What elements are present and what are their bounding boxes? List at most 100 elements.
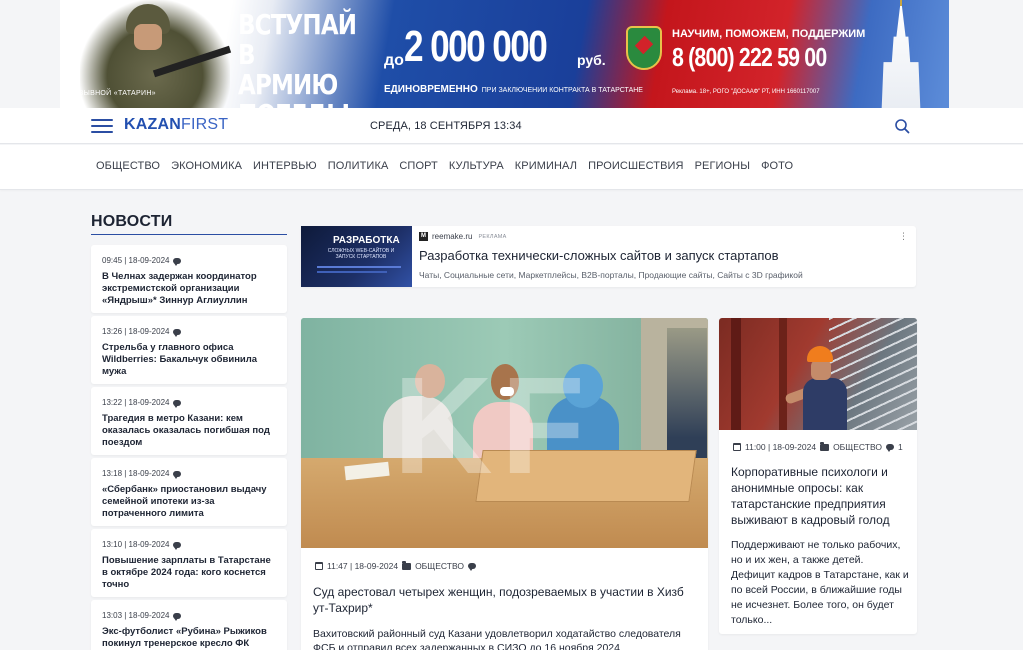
banner-once: ЕДИНОВРЕМЕННО ПРИ ЗАКЛЮЧЕНИИ КОНТРАКТА В … xyxy=(384,84,643,95)
photo-beam xyxy=(731,318,741,430)
ad-source-domain[interactable]: reemake.ru xyxy=(432,232,472,241)
ad-favicon-icon: М xyxy=(419,232,428,241)
nav-item-sport[interactable]: СПОРТ xyxy=(399,160,437,172)
banner-slogan: НАУЧИМ, ПОМОЖЕМ, ПОДДЕРЖИМ xyxy=(672,28,866,40)
ad-image-line xyxy=(317,266,401,268)
comment-icon xyxy=(173,470,182,479)
article-meta: 11:47 | 18-09-2024 ОБЩЕСТВО xyxy=(315,560,476,571)
news-time: 09:45 | 18-09-2024 xyxy=(102,256,170,265)
news-meta: 13:22 | 18-09-2024 xyxy=(102,398,276,408)
article-category[interactable]: ОБЩЕСТВО xyxy=(415,561,464,571)
news-time: 13:26 | 18-09-2024 xyxy=(102,327,170,336)
nav-item-photo[interactable]: ФОТО xyxy=(761,160,793,172)
article-category[interactable]: ОБЩЕСТВО xyxy=(833,442,882,452)
news-list: 09:45 | 18-09-2024 В Челнах задержан коо… xyxy=(91,245,287,650)
news-headline[interactable]: Трагедия в метро Казани: кем оказалась о… xyxy=(102,413,276,449)
ad-source: М reemake.ru РЕКЛАМА xyxy=(419,232,507,241)
news-meta: 13:10 | 18-09-2024 xyxy=(102,540,276,550)
menu-burger-icon[interactable] xyxy=(91,118,113,134)
logo-light: FIRST xyxy=(181,116,229,133)
news-item[interactable]: 13:10 | 18-09-2024 Повышение зарплаты в … xyxy=(91,529,287,597)
article-time: 11:00 | 18-09-2024 xyxy=(745,442,817,452)
site-header: KAZANFIRST СРЕДА, 18 СЕНТЯБРЯ 13:34 xyxy=(0,108,1023,144)
article-lead: Вахитовский районный суд Казани удовлетв… xyxy=(313,628,681,650)
news-item[interactable]: 09:45 | 18-09-2024 В Челнах задержан коо… xyxy=(91,245,287,313)
site-logo[interactable]: KAZANFIRST xyxy=(124,116,228,134)
comment-icon xyxy=(173,328,182,337)
news-meta: 13:18 | 18-09-2024 xyxy=(102,469,276,479)
news-time: 13:03 | 18-09-2024 xyxy=(102,611,170,620)
banner-legal: Реклама. 18+, РОГО "ДОСААФ" РТ, ИНН 1660… xyxy=(672,89,820,95)
search-icon[interactable] xyxy=(894,118,910,134)
news-headline[interactable]: В Челнах задержан координатор экстремист… xyxy=(102,271,276,307)
photo-beam xyxy=(779,318,787,430)
nav-item-culture[interactable]: КУЛЬТУРА xyxy=(449,160,504,172)
nav-item-interview[interactable]: ИНТЕРВЬЮ xyxy=(253,160,317,172)
article-lead: Поддерживают не только рабочих, но и их … xyxy=(731,539,909,626)
nav-item-economy[interactable]: ЭКОНОМИКА xyxy=(171,160,242,172)
main-nav: ОБЩЕСТВО ЭКОНОМИКА ИНТЕРВЬЮ ПОЛИТИКА СПО… xyxy=(0,145,1023,190)
news-time: 13:22 | 18-09-2024 xyxy=(102,398,170,407)
news-item[interactable]: 13:26 | 18-09-2024 Стрельба у главного о… xyxy=(91,316,287,384)
nav-item-incidents[interactable]: ПРОИСШЕСТВИЯ xyxy=(588,160,684,172)
kf-watermark: KF xyxy=(393,349,593,503)
comment-icon xyxy=(885,444,894,452)
comment-icon xyxy=(467,563,476,571)
folder-icon xyxy=(402,560,412,570)
main-article-photo[interactable]: KF xyxy=(301,318,708,548)
banner-amount: 2 000 000 xyxy=(404,22,548,71)
news-headline[interactable]: «Сбербанк» приостановил выдачу семейной … xyxy=(102,484,276,520)
calendar-icon xyxy=(315,562,323,570)
ad-description: Чаты, Социальные сети, Маркетплейсы, B2B… xyxy=(419,270,803,280)
ad-image-line xyxy=(317,271,387,273)
photo-worker xyxy=(803,378,847,430)
banner-caption: ПОЗЫВНОЙ «ТАТАРИН» xyxy=(68,90,156,97)
comment-icon xyxy=(173,257,182,266)
photo-face xyxy=(811,360,831,380)
ad-image-subtitle: СЛОЖНЫХ WEB-САЙТОВ И ЗАПУСК СТАРТАПОВ xyxy=(327,248,395,260)
ad-image-title: РАЗРАБОТКА xyxy=(333,235,400,246)
banner-once-text: ЕДИНОВРЕМЕННО xyxy=(384,84,478,95)
news-item[interactable]: 13:22 | 18-09-2024 Трагедия в метро Каза… xyxy=(91,387,287,455)
ad-title[interactable]: Разработка технически-сложных сайтов и з… xyxy=(419,248,779,263)
news-heading-rule xyxy=(91,234,287,235)
calendar-icon xyxy=(733,443,741,451)
article-meta: 11:00 | 18-09-2024 ОБЩЕСТВО 1 xyxy=(733,441,903,452)
current-date: СРЕДА, 18 СЕНТЯБРЯ 13:34 xyxy=(370,120,522,132)
nav-item-politics[interactable]: ПОЛИТИКА xyxy=(328,160,389,172)
news-headline[interactable]: Стрельба у главного офиса Wildberries: Б… xyxy=(102,342,276,378)
news-meta: 13:03 | 18-09-2024 xyxy=(102,611,276,621)
news-time: 13:18 | 18-09-2024 xyxy=(102,469,170,478)
news-headline[interactable]: Экс-футболист «Рубина» Рыжиков покинул т… xyxy=(102,626,276,650)
article-time: 11:47 | 18-09-2024 xyxy=(327,561,399,571)
comment-icon xyxy=(173,399,182,408)
article-title[interactable]: Суд арестовал четырех женщин, подозревае… xyxy=(313,584,698,616)
native-ad[interactable]: РАЗРАБОТКА СЛОЖНЫХ WEB-САЙТОВ И ЗАПУСК С… xyxy=(301,226,916,287)
nav-item-crime[interactable]: КРИМИНАЛ xyxy=(515,160,577,172)
side-article-photo[interactable] xyxy=(719,318,917,430)
folder-icon xyxy=(820,441,830,451)
banner-phone[interactable]: 8 (800) 222 59 00 xyxy=(672,42,827,73)
banner-amount-prefix: до xyxy=(384,52,404,69)
news-item[interactable]: 13:18 | 18-09-2024 «Сбербанк» приостанов… xyxy=(91,458,287,526)
kremlin-tower-image xyxy=(881,6,921,108)
news-time: 13:10 | 18-09-2024 xyxy=(102,540,170,549)
logo-bold: KAZAN xyxy=(124,116,181,133)
more-options-icon[interactable]: ⋮ xyxy=(899,231,908,242)
top-ad-banner[interactable]: ПОЗЫВНОЙ «ТАТАРИН» ВСТУПАЙ В АРМИЮ ПОБЕД… xyxy=(60,0,949,108)
comment-count: 1 xyxy=(897,442,903,452)
nav-list: ОБЩЕСТВО ЭКОНОМИКА ИНТЕРВЬЮ ПОЛИТИКА СПО… xyxy=(96,160,804,172)
banner-amount-suffix: руб. xyxy=(577,52,606,68)
nav-item-society[interactable]: ОБЩЕСТВО xyxy=(96,160,160,172)
ad-image[interactable]: РАЗРАБОТКА СЛОЖНЫХ WEB-САЙТОВ И ЗАПУСК С… xyxy=(301,226,412,287)
main-article-card[interactable]: KF 11:47 | 18-09-2024 ОБЩЕСТВО Суд арест… xyxy=(301,318,708,650)
comment-icon xyxy=(173,612,182,621)
news-item[interactable]: 13:03 | 18-09-2024 Экс-футболист «Рубина… xyxy=(91,600,287,650)
nav-item-regions[interactable]: РЕГИОНЫ xyxy=(695,160,750,172)
banner-headline: ВСТУПАЙ В АРМИЮ ПОБЕДЫ xyxy=(238,8,357,109)
side-article-card[interactable]: 11:00 | 18-09-2024 ОБЩЕСТВО 1 Корпоратив… xyxy=(719,318,917,634)
news-headline[interactable]: Повышение зарплаты в Татарстане в октябр… xyxy=(102,555,276,591)
news-meta: 09:45 | 18-09-2024 xyxy=(102,256,276,266)
ad-tag: РЕКЛАМА xyxy=(478,233,507,240)
article-title[interactable]: Корпоративные психологи и анонимные опро… xyxy=(731,464,907,528)
